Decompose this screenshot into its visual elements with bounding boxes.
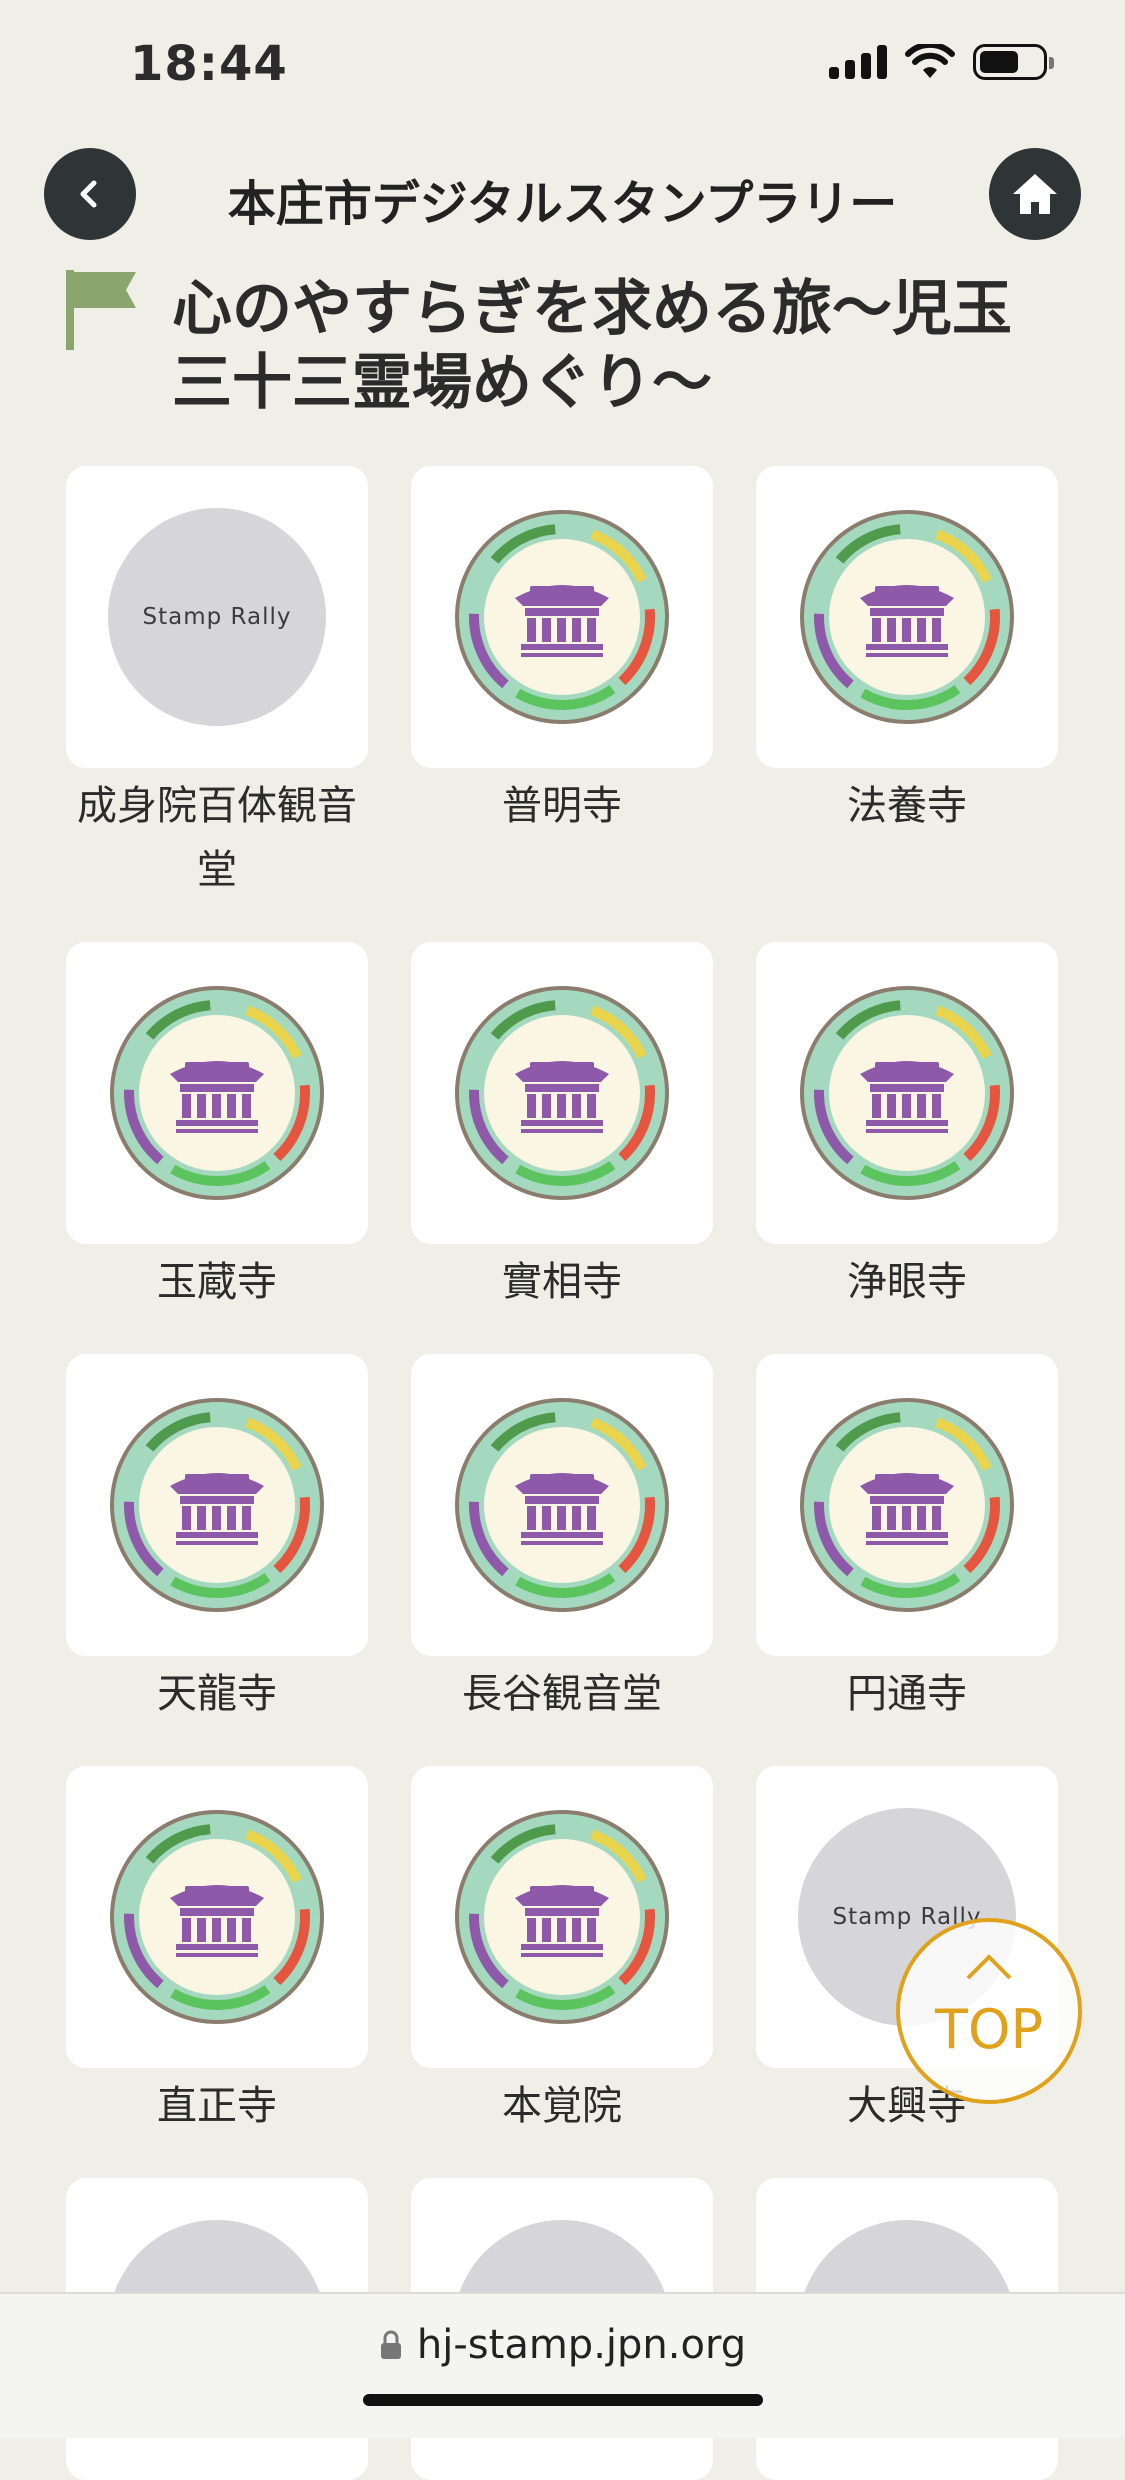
temple-stamp-icon	[455, 1810, 669, 2024]
stamp-tile	[411, 942, 713, 1244]
header-title: 本庄市デジタルスタンプラリー	[227, 176, 898, 232]
spot-name: 長谷観音堂	[462, 1671, 662, 1717]
temple-stamp-icon	[110, 1398, 324, 1612]
stamp-card[interactable]: 普明寺	[411, 466, 713, 838]
lock-icon	[380, 2330, 401, 2359]
home-icon	[1013, 174, 1057, 214]
temple-stamp-icon	[455, 510, 669, 724]
spot-name: 普明寺	[502, 783, 622, 829]
stamp-tile	[66, 1354, 368, 1656]
stamp-card[interactable]: 天龍寺	[66, 1354, 368, 1726]
stamp-card[interactable]: 法養寺	[756, 466, 1058, 838]
stamp-tile	[411, 1354, 713, 1656]
status-time: 18:44	[130, 36, 288, 92]
stamp-card[interactable]: 長谷観音堂	[411, 1354, 713, 1726]
temple-stamp-icon	[800, 986, 1014, 1200]
temple-stamp-icon	[800, 510, 1014, 724]
page-title: 心のやすらぎを求める旅〜児玉 三十三霊場めぐり〜	[172, 272, 1072, 420]
stamp-card[interactable]: Stamp Rally 成身院百体観音堂	[66, 466, 368, 902]
stamp-tile	[411, 466, 713, 768]
spot-name: 法養寺	[847, 783, 967, 829]
stamp-card[interactable]: 円通寺	[756, 1354, 1058, 1726]
temple-stamp-icon	[455, 1398, 669, 1612]
stamp-tile	[66, 942, 368, 1244]
temple-stamp-icon	[110, 986, 324, 1200]
spot-name: 円通寺	[847, 1671, 967, 1717]
stamp-tile: Stamp Rally	[66, 466, 368, 768]
spot-name: 浄眼寺	[847, 1259, 967, 1305]
stamp-card[interactable]: 浄眼寺	[756, 942, 1058, 1314]
spot-name: 成身院百体観音堂	[77, 783, 357, 893]
chevron-up-icon	[966, 1954, 1012, 1980]
spot-name: 本覚院	[502, 2083, 622, 2129]
home-button[interactable]	[989, 148, 1081, 240]
stamp-tile	[756, 1354, 1058, 1656]
wifi-icon	[905, 44, 955, 78]
url-display[interactable]: hj-stamp.jpn.org	[0, 2322, 1125, 2368]
stamp-card[interactable]: 直正寺	[66, 1766, 368, 2138]
scroll-top-button[interactable]: TOP	[896, 1918, 1082, 2104]
stamp-card[interactable]: 本覚院	[411, 1766, 713, 2138]
battery-icon	[973, 44, 1054, 80]
page-title-line1: 心のやすらぎを求める旅〜児玉	[172, 274, 1012, 344]
home-indicator	[363, 2394, 763, 2406]
page-title-line2: 三十三霊場めぐり〜	[172, 348, 712, 418]
stamp-card[interactable]: 實相寺	[411, 942, 713, 1314]
spot-name: 玉蔵寺	[157, 1259, 277, 1305]
spot-name: 直正寺	[157, 2083, 277, 2129]
app-header: 本庄市デジタルスタンプラリー	[0, 148, 1125, 240]
temple-stamp-icon	[455, 986, 669, 1200]
scroll-top-label: TOP	[934, 1998, 1044, 2061]
flag-icon	[66, 270, 136, 350]
spot-name: 實相寺	[502, 1259, 622, 1305]
status-icons	[829, 44, 1054, 80]
signal-icon	[829, 45, 887, 79]
status-bar: 18:44	[0, 0, 1125, 135]
url-text: hj-stamp.jpn.org	[416, 2322, 747, 2368]
stamp-tile	[756, 942, 1058, 1244]
temple-stamp-icon	[110, 1810, 324, 2024]
stamp-tile	[411, 1766, 713, 2068]
stamp-placeholder: Stamp Rally	[108, 508, 326, 726]
stamp-card[interactable]: 玉蔵寺	[66, 942, 368, 1314]
spot-name: 天龍寺	[157, 1671, 277, 1717]
browser-url-bar[interactable]: hj-stamp.jpn.org	[0, 2292, 1125, 2438]
temple-stamp-icon	[800, 1398, 1014, 1612]
stamp-tile	[66, 1766, 368, 2068]
stamp-tile	[756, 466, 1058, 768]
